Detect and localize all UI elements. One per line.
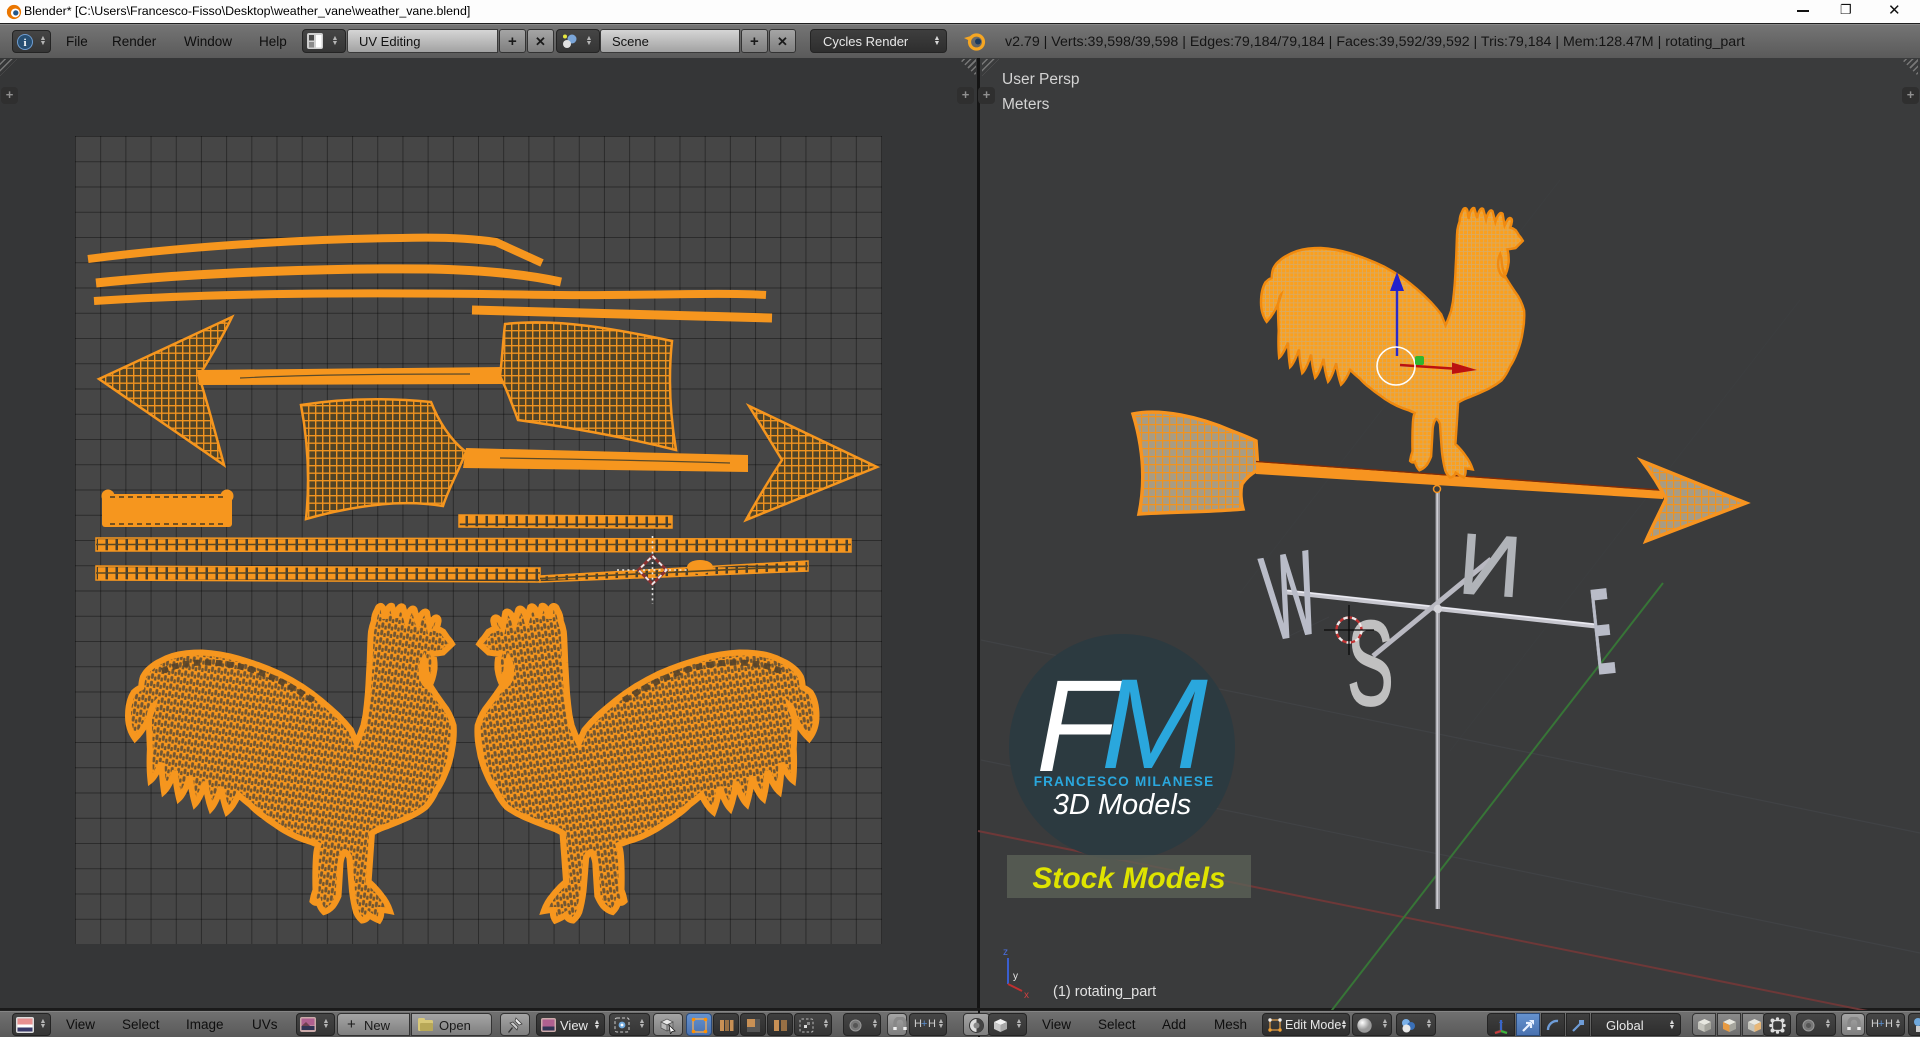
- svg-text:y: y: [1013, 971, 1018, 982]
- svg-text:N: N: [1456, 516, 1525, 616]
- svg-text:(1) rotating_part: (1) rotating_part: [1053, 984, 1156, 1000]
- svg-text:User Persp: User Persp: [1002, 71, 1080, 88]
- svg-text:FRANCESCO MILANESE: FRANCESCO MILANESE: [1034, 774, 1215, 789]
- svg-text:E: E: [1586, 563, 1620, 700]
- svg-text:3D Models: 3D Models: [1053, 789, 1192, 821]
- svg-text:x: x: [1024, 990, 1029, 1001]
- svg-text:Meters: Meters: [1002, 96, 1050, 113]
- svg-text:S: S: [1347, 596, 1394, 731]
- svg-text:W: W: [1253, 526, 1326, 665]
- svg-text:z: z: [1003, 947, 1008, 958]
- svg-text:Stock Models: Stock Models: [1032, 862, 1225, 895]
